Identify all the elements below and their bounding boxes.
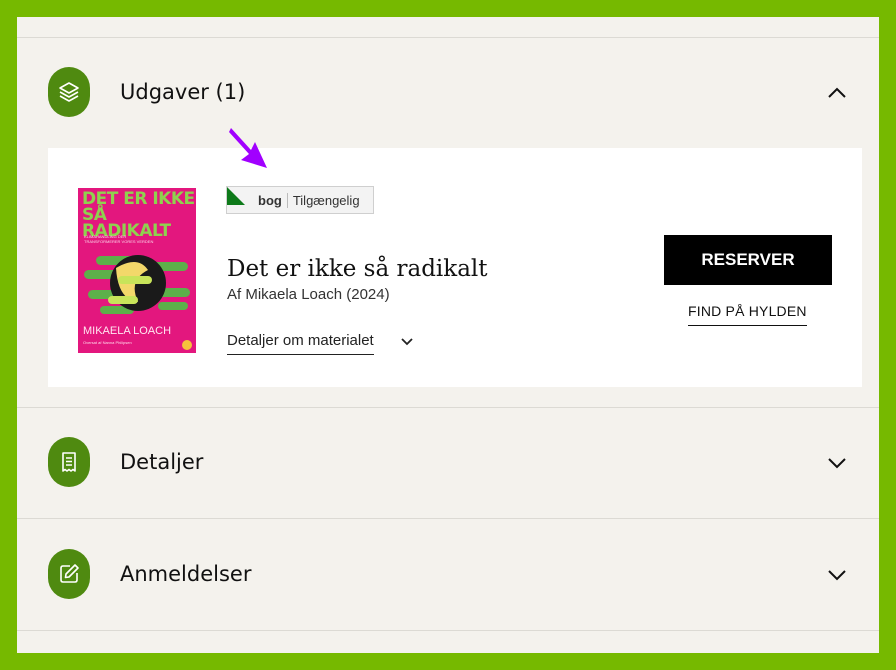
divider [17,407,879,408]
section-title-editions: Udgaver (1) [120,80,246,104]
publisher-logo-icon [182,340,192,350]
find-on-shelf-link[interactable]: FIND PÅ HYLDEN [688,303,807,326]
cover-author: MIKAELA LOACH [83,325,172,337]
reserve-button[interactable]: RESERVER [664,235,832,285]
book-cover[interactable]: DET ER IKKE SÅ RADIKALT KLIMAHANDLING DE… [78,188,196,353]
edition-card: DET ER IKKE SÅ RADIKALT KLIMAHANDLING DE… [48,148,862,387]
annotation-arrow-icon [229,128,267,168]
material-type: bog [258,192,282,208]
chevron-up-icon[interactable] [827,86,847,100]
badge-separator [286,192,288,208]
availability-badge: bog Tilgængelig [226,186,374,214]
layers-icon [48,67,90,117]
divider [17,518,879,519]
book-byline: Af Mikaela Loach (2024) [227,286,390,303]
page-frame: Udgaver (1) DET ER IKKE SÅ RADIKALT KLIM… [17,17,879,653]
book-title[interactable]: Det er ikke så radikalt [227,256,488,282]
cover-subtitle: KLIMAHANDLING DER TRANSFORMERER VORES VE… [84,234,154,244]
cover-title: DET ER IKKE SÅ RADIKALT [82,189,195,241]
edit-icon [48,549,90,599]
section-title-reviews: Anmeldelser [120,562,252,586]
section-header-editions[interactable]: Udgaver (1) [17,47,879,137]
cover-illustration [84,255,190,314]
section-header-details[interactable]: Detaljer [17,417,879,507]
section-title-details: Detaljer [120,450,204,474]
availability-triangle-icon [227,187,245,205]
availability-status: Tilgængelig [292,192,360,208]
cover-translator: Oversat af Nanna Philipsen [83,340,132,345]
chevron-down-icon[interactable] [827,568,847,582]
receipt-icon [48,437,90,487]
divider [17,630,879,631]
section-header-reviews[interactable]: Anmeldelser [17,529,879,619]
divider [17,37,879,38]
material-details-link[interactable]: Detaljer om materialet [227,332,374,355]
chevron-down-icon[interactable] [827,456,847,470]
chevron-down-icon[interactable] [400,336,414,348]
